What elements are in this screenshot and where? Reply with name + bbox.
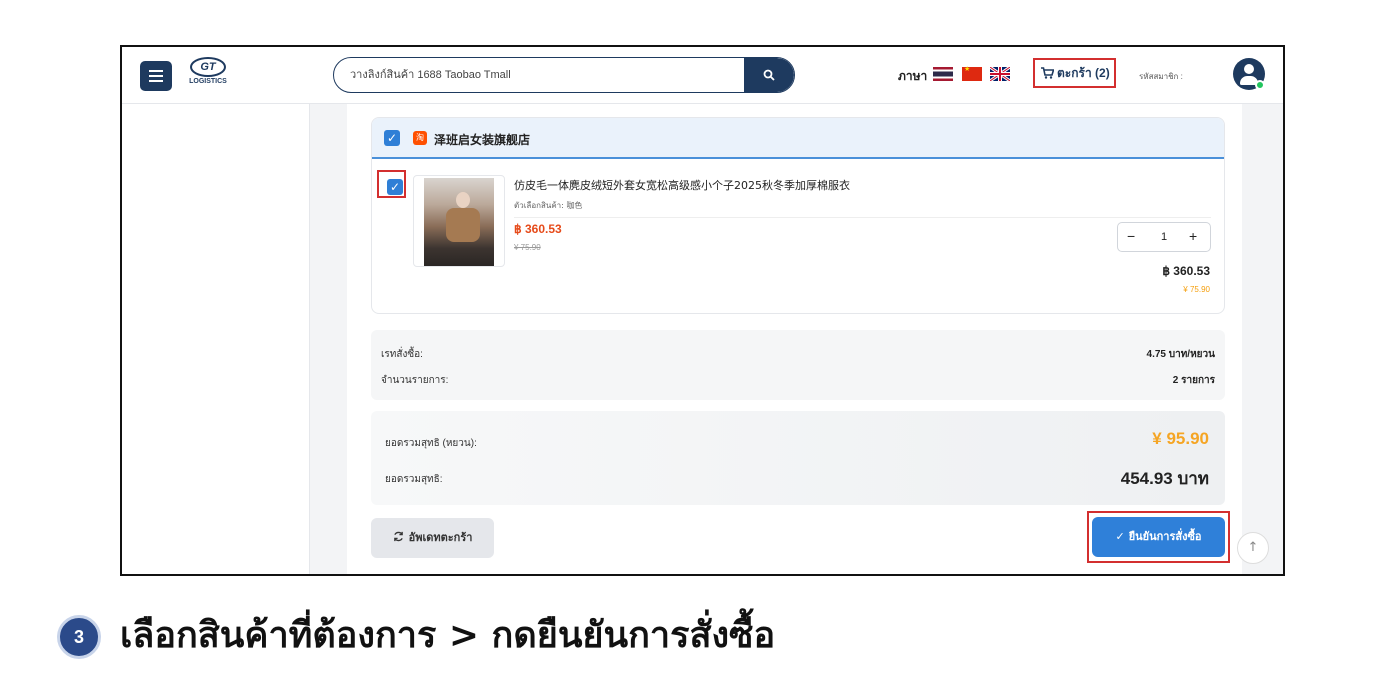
confirm-order-label: ยืนยันการสั่งซื้อ: [1128, 531, 1202, 543]
refresh-cart-label: อัพเดทตะกร้า: [408, 532, 473, 544]
line-total-thb: ฿ 360.53: [1162, 264, 1210, 278]
user-avatar[interactable]: [1233, 58, 1265, 90]
product-photo-face: [456, 192, 470, 208]
net-thb-value: 454.93 บาท: [1120, 469, 1209, 488]
order-total: ยอดรวมสุทธิ (หยวน): ¥ 95.90 ยอดรวมสุทธิ:…: [371, 411, 1225, 505]
net-cny-value: ¥ 95.90: [1152, 429, 1209, 448]
cart-content: ✓ 淘 泽班启女装旗舰店 ✓ 仿皮毛一体麂皮绒短外套女宽松高级感小个子2025秋…: [347, 104, 1242, 574]
net-thb-label: ยอดรวมสุทธิ:: [385, 474, 443, 485]
shop-name: 泽班启女装旗舰店: [434, 133, 531, 147]
cart-icon: [1041, 67, 1055, 79]
product-option: ตัวเลือกสินค้า: 咖色: [514, 201, 583, 210]
shop-select-checkbox[interactable]: ✓: [384, 130, 400, 146]
order-info: เรทสั่งซื้อ: 4.75 บาท/หยวน จำนวนรายการ: …: [371, 330, 1225, 400]
gt-logistics-logo[interactable]: GT LOGISTICS: [186, 57, 228, 87]
tutorial-caption: เลือกสินค้าที่ต้องการ > กดยืนยันการสั่งซ…: [120, 615, 776, 656]
product-price: ฿ 360.53: [514, 222, 562, 236]
product-original-price: ¥ 75.90: [514, 243, 541, 252]
app-window: GT LOGISTICS ภาษา: [120, 45, 1285, 576]
cart-label: ตะกร้า (2): [1057, 66, 1110, 80]
cart-button[interactable]: ตะกร้า (2): [1033, 58, 1116, 88]
rate-value: 4.75 บาท/หยวน: [1146, 349, 1215, 360]
minus-button[interactable]: −: [1127, 228, 1135, 244]
china-flag-icon[interactable]: [962, 65, 982, 81]
shop-card: ✓ 淘 泽班启女装旗舰店 ✓ 仿皮毛一体麂皮绒短外套女宽松高级感小个子2025秋…: [371, 117, 1225, 314]
taobao-icon: 淘: [413, 131, 427, 145]
product-photo: [424, 178, 494, 266]
rate-label: เรทสั่งซื้อ:: [381, 349, 423, 360]
arrow-up-icon: ↑: [1247, 540, 1259, 555]
quantity-value[interactable]: 1: [1161, 231, 1167, 243]
logo-mark: GT: [190, 57, 226, 77]
sidebar: [122, 104, 310, 574]
line-total-cny: ¥ 75.90: [1183, 285, 1210, 294]
net-cny-label: ยอดรวมสุทธิ (หยวน):: [385, 438, 477, 449]
scroll-to-top-button[interactable]: ↑: [1237, 532, 1269, 564]
step-number-badge: 3: [57, 615, 101, 659]
shop-header: ✓ 淘 泽班启女装旗舰店: [372, 118, 1224, 159]
product-photo-coat: [446, 208, 480, 242]
confirm-order-button[interactable]: ✓ ยืนยันการสั่งซื้อ: [1092, 517, 1225, 557]
hamburger-menu-button[interactable]: [140, 61, 172, 91]
logo-subtitle: LOGISTICS: [189, 78, 227, 85]
search-button[interactable]: [744, 58, 794, 92]
product-image[interactable]: [413, 175, 505, 267]
divider: [514, 217, 1211, 218]
thai-flag-icon[interactable]: [933, 67, 953, 81]
refresh-icon: [393, 531, 403, 542]
language-label: ภาษา: [898, 69, 928, 83]
uk-flag-graphic: [990, 67, 1010, 81]
plus-button[interactable]: +: [1189, 228, 1197, 244]
refresh-cart-button[interactable]: อัพเดทตะกร้า: [371, 518, 494, 558]
items-label: จำนวนรายการ:: [381, 375, 449, 386]
search-bar: [333, 57, 795, 93]
product-title[interactable]: 仿皮毛一体麂皮绒短外套女宽松高级感小个子2025秋冬季加厚棉服衣: [514, 177, 850, 193]
search-input[interactable]: [334, 58, 744, 92]
quantity-stepper: − 1 +: [1117, 222, 1211, 252]
shop-checkbox-highlight: [377, 170, 406, 198]
member-id-label: รหัสสมาชิก :: [1139, 72, 1183, 81]
uk-flag-icon[interactable]: [990, 67, 1010, 81]
search-icon: [763, 69, 775, 81]
avatar-head: [1244, 64, 1254, 74]
online-status-icon: [1255, 80, 1265, 90]
top-navbar: GT LOGISTICS ภาษา: [122, 47, 1283, 104]
check-icon: ✓: [1115, 530, 1125, 543]
items-value: 2 รายการ: [1172, 375, 1215, 386]
